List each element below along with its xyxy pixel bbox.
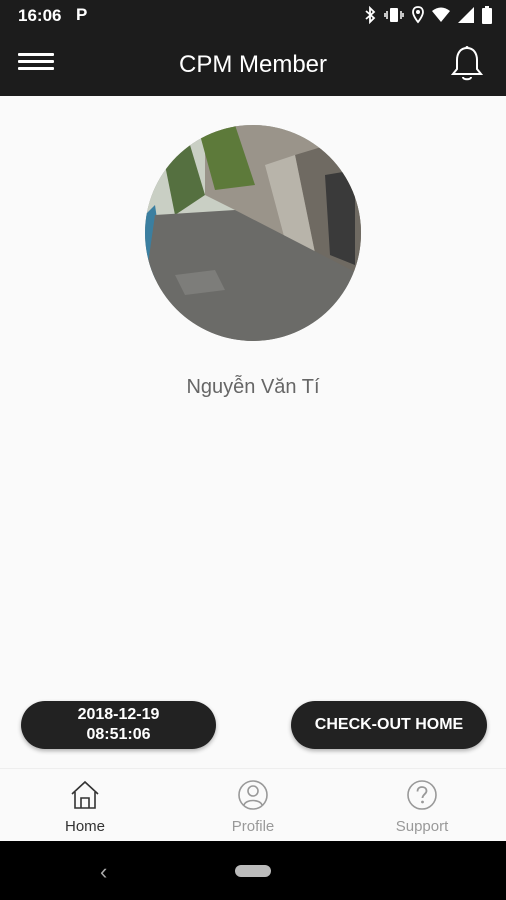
home-icon: [71, 780, 99, 809]
bottom-nav: Home Profile Support: [0, 768, 506, 842]
nav-item-profile[interactable]: Profile: [193, 779, 313, 835]
app-bar: CPM Member: [0, 33, 506, 96]
street-photo-avatar: [145, 125, 361, 341]
nav-label-profile: Profile: [231, 818, 275, 835]
back-icon[interactable]: ‹: [100, 859, 107, 885]
user-name: Nguyễn Văn Tí: [186, 376, 320, 398]
nav-item-support[interactable]: Support: [362, 779, 482, 835]
nav-label-support: Support: [395, 818, 449, 835]
timestamp-time: 08:51:06: [86, 726, 151, 743]
page-title: CPM Member: [178, 51, 328, 78]
battery-icon: [482, 6, 492, 24]
status-icons: [364, 6, 492, 24]
timestamp-date: 2018-12-19: [77, 706, 160, 723]
wifi-icon: [432, 7, 450, 22]
status-time: 16:06: [18, 6, 62, 25]
system-navigation-bar: ‹: [0, 841, 506, 900]
checkin-timestamp: 2018-12-19 08:51:06: [21, 701, 216, 749]
avatar: [145, 125, 361, 341]
profile-icon: [238, 780, 268, 810]
bluetooth-icon: [365, 6, 376, 24]
signal-icon: [458, 7, 474, 23]
checkout-home-button[interactable]: CHECK-OUT HOME: [291, 701, 487, 749]
location-icon: [412, 6, 424, 24]
vibrate-icon: [384, 8, 404, 22]
bell-icon[interactable]: [450, 45, 484, 83]
help-icon: [407, 780, 437, 810]
home-gesture-pill[interactable]: [235, 865, 271, 877]
nav-item-home[interactable]: Home: [25, 779, 145, 835]
nav-label-home: Home: [64, 818, 105, 835]
p-app-icon: P: [76, 5, 88, 24]
status-bar: 16:06 P: [0, 0, 506, 33]
